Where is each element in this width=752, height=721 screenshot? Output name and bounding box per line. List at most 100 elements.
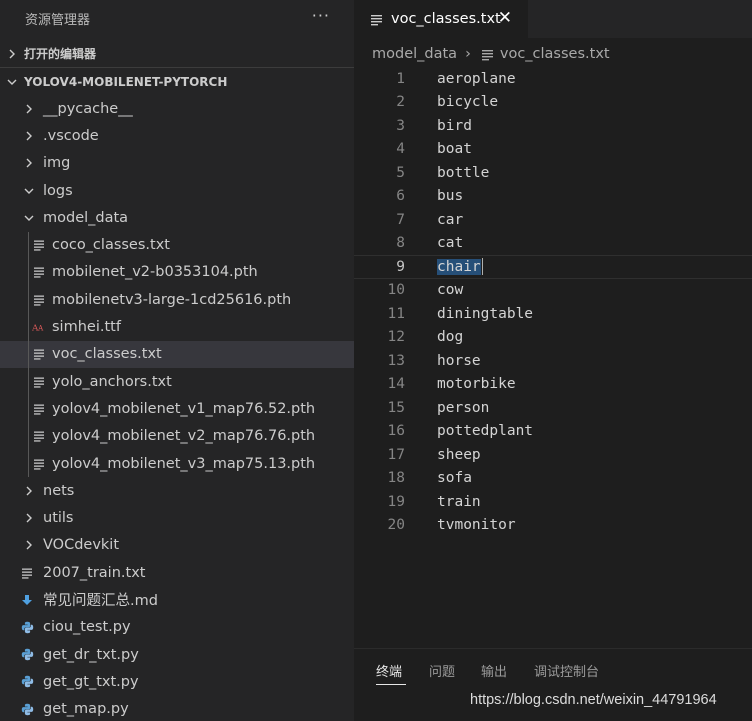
code-line-text: bottle bbox=[437, 164, 490, 181]
line-number: 18 bbox=[387, 470, 405, 487]
tree-file[interactable]: yolov4_mobilenet_v1_map76.52.pth bbox=[0, 395, 354, 422]
code-line[interactable]: 16 pottedplant bbox=[354, 420, 752, 444]
tree-file[interactable]: get_dr_txt.py bbox=[0, 641, 354, 668]
tree-folder[interactable]: utils bbox=[0, 504, 354, 531]
line-number: 3 bbox=[396, 117, 405, 134]
tree-item-label: utils bbox=[43, 510, 74, 527]
tree-folder[interactable]: .vscode bbox=[0, 122, 354, 149]
code-line[interactable]: 2 bicycle bbox=[354, 91, 752, 115]
indent-guide bbox=[28, 231, 29, 478]
line-number: 5 bbox=[396, 164, 405, 181]
tree-folder[interactable]: __pycache__ bbox=[0, 95, 354, 122]
code-line[interactable]: 14 motorbike bbox=[354, 373, 752, 397]
tree-item-label: 2007_train.txt bbox=[43, 564, 146, 581]
tree-item-label: mobilenetv3-large-1cd25616.pth bbox=[52, 291, 292, 308]
tree-file[interactable]: ciou_test.py bbox=[0, 614, 354, 641]
tree-file[interactable]: voc_classes.txt bbox=[0, 340, 354, 368]
chevron-right-icon bbox=[22, 538, 36, 552]
code-line-text: tvmonitor bbox=[437, 517, 516, 534]
text-file-icon bbox=[32, 238, 46, 252]
code-line[interactable]: 9 chair bbox=[354, 255, 752, 279]
tree-item-label: logs bbox=[43, 182, 73, 199]
tree-folder[interactable]: nets bbox=[0, 477, 354, 504]
code-line[interactable]: 10 cow bbox=[354, 279, 752, 303]
breadcrumb-file[interactable]: voc_classes.txt bbox=[500, 46, 610, 62]
code-line[interactable]: 11 diningtable bbox=[354, 302, 752, 326]
chevron-right-icon bbox=[22, 102, 36, 116]
tab-terminal[interactable]: 终端 bbox=[376, 661, 402, 680]
code-editor[interactable]: 1 aeroplane 2 bicycle 3 bird 4 boat 5 bottle 6 bus 7… bbox=[354, 67, 752, 537]
tree-folder[interactable]: logs bbox=[0, 177, 354, 204]
tree-file[interactable]: A A simhei.ttf bbox=[0, 313, 354, 340]
text-file-icon bbox=[32, 375, 46, 389]
code-line[interactable]: 18 sofa bbox=[354, 467, 752, 491]
tree-file[interactable]: 常见问题汇总.md bbox=[0, 586, 354, 613]
python-file-icon bbox=[20, 620, 34, 634]
code-line-text: sheep bbox=[437, 446, 481, 463]
tree-file[interactable]: yolov4_mobilenet_v2_map76.76.pth bbox=[0, 423, 354, 450]
tree-file[interactable]: yolov4_mobilenet_v3_map75.13.pth bbox=[0, 450, 354, 477]
tree-file[interactable]: get_map.py bbox=[0, 696, 354, 721]
breadcrumb-folder[interactable]: model_data bbox=[372, 46, 457, 62]
tree-file[interactable]: coco_classes.txt bbox=[0, 231, 354, 258]
project-section[interactable]: YOLOV4-MOBILENET-PYTORCH bbox=[0, 68, 354, 95]
chevron-right-icon bbox=[22, 484, 36, 498]
markdown-file-icon bbox=[20, 593, 34, 607]
breadcrumb-separator: › bbox=[465, 46, 471, 62]
tree-item-label: coco_classes.txt bbox=[52, 237, 170, 254]
code-line[interactable]: 6 bus bbox=[354, 185, 752, 209]
tree-file[interactable]: get_gt_txt.py bbox=[0, 668, 354, 695]
code-line[interactable]: 12 dog bbox=[354, 326, 752, 350]
code-line[interactable]: 5 bottle bbox=[354, 161, 752, 185]
line-number: 13 bbox=[387, 352, 405, 369]
code-line[interactable]: 8 cat bbox=[354, 232, 752, 256]
code-line-text: bird bbox=[437, 117, 472, 134]
chevron-down-icon bbox=[22, 211, 36, 225]
code-line[interactable]: 13 horse bbox=[354, 349, 752, 373]
tree-file[interactable]: mobilenetv3-large-1cd25616.pth bbox=[0, 286, 354, 313]
line-number: 19 bbox=[387, 493, 405, 510]
code-line[interactable]: 7 car bbox=[354, 208, 752, 232]
code-line-text: sofa bbox=[437, 470, 472, 487]
line-number: 8 bbox=[396, 235, 405, 252]
tab-problems[interactable]: 问题 bbox=[429, 661, 455, 680]
code-line[interactable]: 19 train bbox=[354, 490, 752, 514]
code-line[interactable]: 20 tvmonitor bbox=[354, 514, 752, 538]
more-actions-icon[interactable]: ··· bbox=[312, 8, 330, 24]
code-line[interactable]: 4 boat bbox=[354, 138, 752, 162]
tree-file[interactable]: mobilenet_v2-b0353104.pth bbox=[0, 259, 354, 286]
tree-item-label: yolov4_mobilenet_v1_map76.52.pth bbox=[52, 400, 316, 417]
line-number: 14 bbox=[387, 376, 405, 393]
close-icon[interactable]: ✕ bbox=[498, 9, 512, 27]
breadcrumb: model_data › voc_classes.txt bbox=[354, 40, 752, 68]
explorer-sidebar: 资源管理器 ··· 打开的编辑器 YOLOV4-MOBILENET-PYTORC… bbox=[0, 0, 354, 721]
code-line-text: person bbox=[437, 399, 490, 416]
selected-text: chair bbox=[437, 258, 481, 275]
tab-output[interactable]: 输出 bbox=[481, 661, 507, 680]
line-number: 10 bbox=[387, 282, 405, 299]
tree-file[interactable]: yolo_anchors.txt bbox=[0, 368, 354, 395]
tree-item-label: .vscode bbox=[43, 127, 99, 144]
tree-folder[interactable]: img bbox=[0, 150, 354, 177]
chevron-right-icon bbox=[0, 49, 24, 59]
tab-label: voc_classes.txt bbox=[391, 11, 501, 27]
code-line[interactable]: 15 person bbox=[354, 396, 752, 420]
code-line[interactable]: 3 bird bbox=[354, 114, 752, 138]
text-file-icon bbox=[370, 13, 383, 26]
tree-folder[interactable]: VOCdevkit bbox=[0, 532, 354, 559]
tab-voc-classes[interactable]: voc_classes.txt ✕ bbox=[354, 0, 528, 38]
tab-debug-console[interactable]: 调试控制台 bbox=[534, 661, 599, 680]
tree-folder[interactable]: model_data bbox=[0, 204, 354, 231]
line-number: 20 bbox=[387, 517, 405, 534]
code-line-text: pottedplant bbox=[437, 423, 534, 440]
chevron-right-icon bbox=[22, 156, 36, 170]
font-file-icon: AA bbox=[32, 320, 46, 334]
code-line-text: car bbox=[437, 211, 464, 228]
code-line[interactable]: 17 sheep bbox=[354, 443, 752, 467]
line-number: 4 bbox=[396, 141, 405, 158]
code-line-text: horse bbox=[437, 352, 481, 369]
code-line-text: motorbike bbox=[437, 376, 516, 393]
open-editors-section[interactable]: 打开的编辑器 bbox=[0, 40, 354, 67]
code-line[interactable]: 1 aeroplane bbox=[354, 67, 752, 91]
tree-file[interactable]: 2007_train.txt bbox=[0, 559, 354, 586]
